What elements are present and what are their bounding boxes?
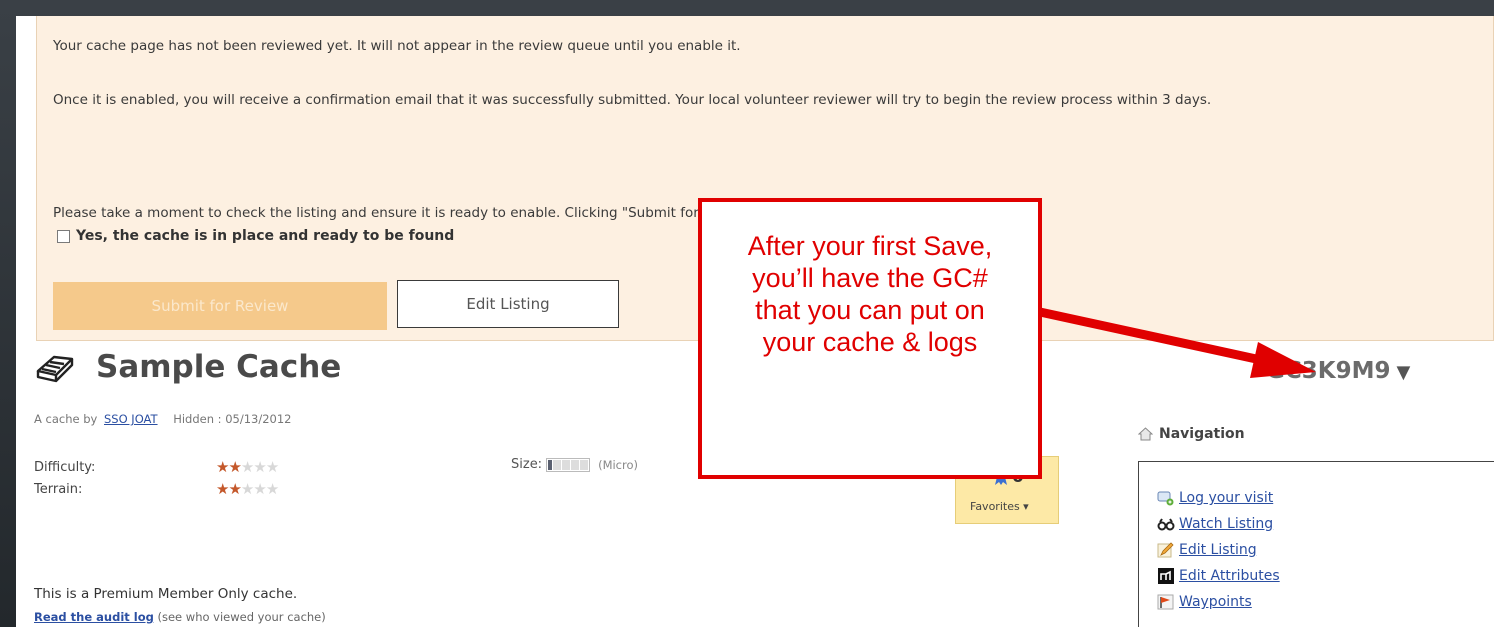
navigation-heading: Navigation	[1138, 426, 1245, 442]
difficulty-stars: ★★★★★	[216, 458, 279, 476]
nav-item-waypoints[interactable]: Waypoints	[1157, 594, 1252, 610]
size-value: (Micro)	[598, 457, 639, 472]
difficulty-label: Difficulty:	[34, 460, 96, 475]
gc-code-dropdown-icon[interactable]: ▼	[1396, 362, 1410, 383]
nav-item-label[interactable]: Log your visit	[1179, 490, 1273, 506]
star-empty-icon: ★	[265, 480, 279, 498]
log-visit-icon	[1157, 491, 1174, 506]
nav-item-label[interactable]: Edit Attributes	[1179, 568, 1280, 584]
nav-item-watch-listing[interactable]: Watch Listing	[1157, 516, 1273, 532]
byline-prefix: A cache by	[34, 412, 98, 426]
nav-item-edit-attributes[interactable]: Edit Attributes	[1157, 568, 1280, 584]
nav-item-label[interactable]: Watch Listing	[1179, 516, 1273, 532]
confirm-row: Yes, the cache is in place and ready to …	[57, 228, 454, 244]
nav-item-edit-listing[interactable]: Edit Listing	[1157, 542, 1257, 558]
edit-listing-button[interactable]: Edit Listing	[397, 280, 619, 328]
callout-line-3: that you can put on	[755, 295, 985, 325]
home-icon	[1138, 427, 1153, 441]
star-icon: ★	[228, 458, 241, 476]
audit-log-suffix: (see who viewed your cache)	[153, 610, 326, 624]
star-icon: ★	[228, 480, 241, 498]
cache-container-icon	[36, 355, 74, 383]
size-label: Size:	[511, 457, 543, 472]
star-empty-icon: ★	[265, 458, 279, 476]
nav-item-label[interactable]: Edit Listing	[1179, 542, 1257, 558]
terrain-stars: ★★★★★	[216, 480, 279, 498]
ready-checkbox[interactable]	[57, 229, 70, 243]
star-empty-icon: ★	[253, 458, 266, 476]
binoculars-icon	[1157, 518, 1175, 531]
terrain-label: Terrain:	[34, 482, 83, 497]
size-meter-icon	[546, 457, 591, 472]
submit-for-review-button[interactable]: Submit for Review	[53, 282, 387, 330]
navigation-box: Log your visit Watch Listing Edit Listin…	[1138, 461, 1494, 627]
audit-log-row: Read the audit log (see who viewed your …	[34, 610, 326, 624]
attributes-icon	[1158, 568, 1174, 584]
callout-line-1: After your first Save,	[747, 231, 993, 261]
ready-checkbox-label[interactable]: Yes, the cache is in place and ready to …	[76, 228, 454, 244]
star-icon: ★	[216, 480, 229, 498]
notice-line-1: Your cache page has not been reviewed ye…	[53, 38, 741, 54]
audit-log-link[interactable]: Read the audit log	[34, 610, 154, 624]
favorites-dropdown[interactable]: Favorites ▾	[970, 500, 1029, 513]
size-row: Size: (Micro)	[511, 457, 638, 472]
notice-line-2: Once it is enabled, you will receive a c…	[53, 92, 1212, 108]
star-empty-icon: ★	[253, 480, 266, 498]
cache-title: Sample Cache	[96, 349, 342, 385]
hidden-date: Hidden : 05/13/2012	[173, 412, 292, 426]
navigation-heading-text: Navigation	[1159, 426, 1245, 442]
nav-item-log-visit[interactable]: Log your visit	[1157, 490, 1273, 506]
pencil-icon	[1157, 542, 1174, 558]
annotation-callout: After your first Save, you’ll have the G…	[698, 198, 1042, 479]
star-empty-icon: ★	[240, 480, 254, 498]
callout-line-4: your cache & logs	[762, 327, 978, 357]
owner-link[interactable]: SSO JOAT	[104, 412, 158, 426]
gc-code[interactable]: GC3K9M9 ▼	[1266, 358, 1410, 384]
premium-notice: This is a Premium Member Only cache.	[34, 586, 298, 602]
star-icon: ★	[216, 458, 229, 476]
star-empty-icon: ★	[240, 458, 254, 476]
callout-line-2: you’ll have the GC#	[752, 263, 988, 293]
nav-item-label[interactable]: Waypoints	[1179, 594, 1252, 610]
flag-icon	[1157, 594, 1174, 610]
cache-byline: A cache by SSO JOAT Hidden : 05/13/2012	[34, 412, 291, 426]
gc-code-text: GC3K9M9	[1266, 358, 1391, 384]
cache-title-row: Sample Cache	[34, 349, 341, 385]
